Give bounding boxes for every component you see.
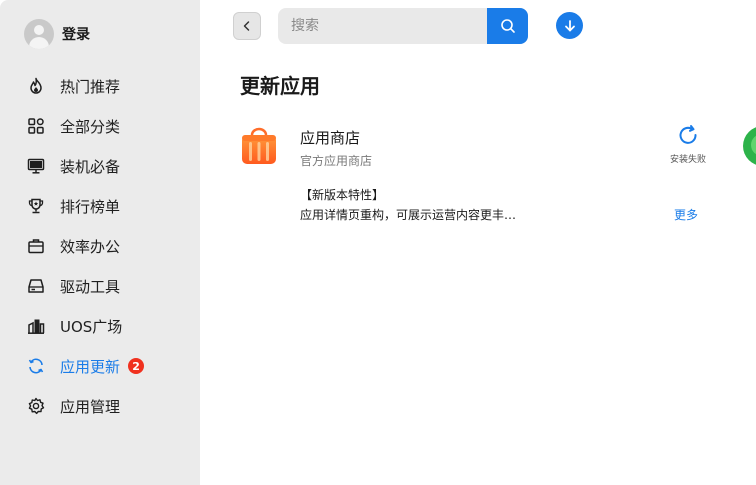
feature-description: 应用详情页重构，可展示运营内容更丰… <box>300 208 517 222</box>
flame-icon <box>26 76 46 96</box>
back-button[interactable] <box>233 12 261 40</box>
sidebar-item-rankings[interactable]: 排行榜单 <box>0 186 200 226</box>
buildings-icon <box>26 316 46 336</box>
sidebar-item-drivers[interactable]: 驱动工具 <box>0 266 200 306</box>
sidebar-item-app-management[interactable]: 应用管理 <box>0 386 200 426</box>
sidebar: 登录 热门推荐 全部分类 装机必备 排行榜单 效率办公 驱动工具 UOS广场 应… <box>0 0 200 485</box>
sidebar-item-essentials[interactable]: 装机必备 <box>0 146 200 186</box>
app-name: 应用商店 <box>300 129 361 147</box>
sidebar-item-label: 应用管理 <box>60 397 121 416</box>
refresh-icon <box>26 356 46 376</box>
sidebar-item-label: 应用更新 <box>60 357 121 376</box>
trophy-icon <box>26 196 46 216</box>
sidebar-item-label: 装机必备 <box>60 157 121 176</box>
more-link[interactable]: 更多 <box>674 206 698 223</box>
sidebar-nav: 热门推荐 全部分类 装机必备 排行榜单 效率办公 驱动工具 UOS广场 应用更新… <box>0 66 200 426</box>
grid-icon <box>26 116 46 136</box>
search-box <box>278 8 528 44</box>
sidebar-item-app-updates[interactable]: 应用更新 2 <box>0 346 200 386</box>
sidebar-item-label: 效率办公 <box>60 237 121 256</box>
app-update-row: 应用商店 官方应用商店 安装失败 【新版本特性】 应用详情页重构，可展示运营内容… <box>240 124 756 234</box>
download-manager-button[interactable] <box>556 12 583 39</box>
arrow-down-icon <box>564 19 575 31</box>
sidebar-item-hot[interactable]: 热门推荐 <box>0 66 200 106</box>
briefcase-icon <box>26 236 46 256</box>
gear-icon <box>26 396 46 416</box>
search-button[interactable] <box>487 8 528 44</box>
avatar <box>24 19 54 49</box>
sidebar-item-categories[interactable]: 全部分类 <box>0 106 200 146</box>
app-subtitle: 官方应用商店 <box>300 154 373 168</box>
install-status-label: 安装失败 <box>669 155 706 165</box>
chevron-left-icon <box>243 21 250 31</box>
sidebar-item-label: 排行榜单 <box>60 197 121 216</box>
search-input[interactable] <box>278 8 488 44</box>
search-icon <box>500 19 515 33</box>
retry-icon <box>679 125 697 144</box>
drive-icon <box>26 276 46 296</box>
user-login[interactable]: 登录 <box>24 18 90 50</box>
top-bar <box>200 0 756 52</box>
sidebar-item-uos-plaza[interactable]: UOS广场 <box>0 306 200 346</box>
update-count-badge: 2 <box>128 358 145 374</box>
sidebar-item-label: 驱动工具 <box>60 277 121 296</box>
sidebar-item-label: 热门推荐 <box>60 77 121 96</box>
sidebar-item-office[interactable]: 效率办公 <box>0 226 200 266</box>
app-store-icon[interactable] <box>240 127 278 165</box>
retry-install-button[interactable]: 安装失败 <box>668 124 708 165</box>
sidebar-item-label: 全部分类 <box>60 117 121 136</box>
page-title: 更新应用 <box>240 74 320 98</box>
sidebar-item-label: UOS广场 <box>60 317 123 336</box>
next-app-icon[interactable] <box>743 126 756 166</box>
feature-title: 【新版本特性】 <box>300 188 385 202</box>
monitor-icon <box>26 156 46 176</box>
login-label: 登录 <box>62 27 90 43</box>
